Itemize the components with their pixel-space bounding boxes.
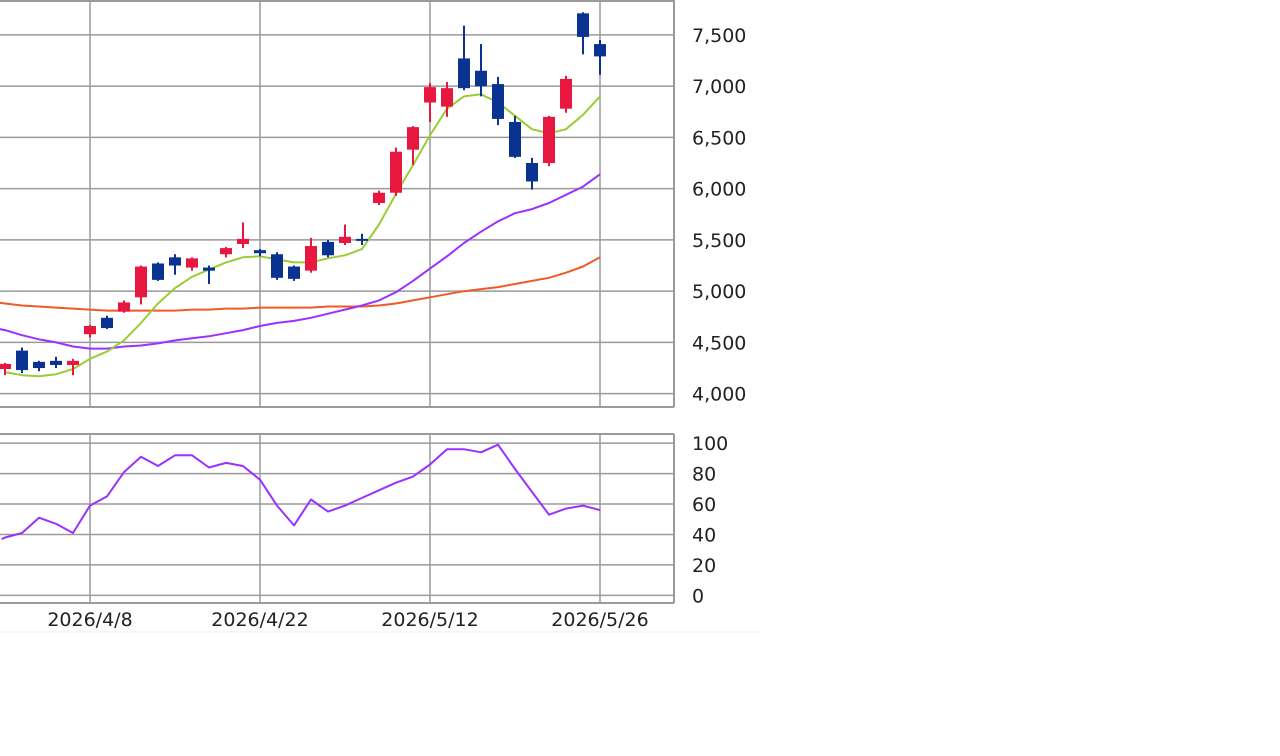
price-tick-label: 6,000 bbox=[692, 179, 746, 201]
candle bbox=[543, 115, 555, 167]
candle bbox=[288, 265, 300, 281]
candle-body bbox=[254, 250, 266, 254]
osc-tick-label: 20 bbox=[692, 555, 716, 577]
candle-body bbox=[543, 116, 555, 164]
candle-body bbox=[322, 241, 334, 256]
oscillator-panel: 0 20 40 60 80 100 bbox=[0, 433, 728, 607]
candle-body bbox=[169, 257, 181, 266]
candle-body bbox=[67, 360, 79, 365]
candle-body bbox=[152, 263, 164, 280]
candle bbox=[390, 147, 402, 196]
candle-body bbox=[0, 363, 11, 370]
candle-body bbox=[118, 302, 130, 312]
price-tick-label: 5,500 bbox=[692, 230, 746, 252]
candle bbox=[84, 324, 96, 338]
candle-body bbox=[50, 360, 62, 365]
candle bbox=[509, 115, 521, 158]
candle-body bbox=[339, 236, 351, 243]
candle-body bbox=[271, 254, 283, 278]
candle-body bbox=[526, 163, 538, 182]
stock-chart: 4,000 4,500 5,000 5,500 6,000 6,500 7,000 7,500… bbox=[0, 0, 1280, 752]
candle bbox=[50, 356, 62, 369]
candle bbox=[441, 82, 453, 117]
candle-body bbox=[220, 248, 232, 255]
x-axis: 2026/4/8 2026/4/22 2026/5/12 2026/5/26 bbox=[0, 609, 760, 633]
candle-body bbox=[33, 361, 45, 369]
candle-body bbox=[237, 238, 249, 244]
price-tick-label: 5,000 bbox=[692, 281, 746, 303]
candle-body bbox=[407, 127, 419, 150]
candle-body bbox=[509, 121, 521, 157]
candle bbox=[526, 157, 538, 190]
candle bbox=[169, 254, 181, 275]
chart-svg: 4,000 4,500 5,000 5,500 6,000 6,500 7,000 7,500… bbox=[0, 0, 760, 633]
x-tick-label: 2026/5/12 bbox=[381, 609, 478, 631]
candle bbox=[152, 262, 164, 281]
candle bbox=[118, 300, 130, 313]
candle-body bbox=[356, 238, 368, 241]
osc-tick-label: 0 bbox=[692, 585, 704, 607]
candle-body bbox=[186, 258, 198, 268]
candle bbox=[339, 224, 351, 246]
price-tick-label: 4,500 bbox=[692, 332, 746, 354]
candle-body bbox=[16, 350, 28, 371]
candle-body bbox=[390, 151, 402, 193]
candle bbox=[373, 190, 385, 206]
candle bbox=[33, 360, 45, 372]
osc-tick-label: 80 bbox=[692, 464, 716, 486]
candle-body bbox=[101, 317, 113, 329]
price-tick-label: 4,000 bbox=[692, 384, 746, 406]
candle bbox=[305, 237, 317, 273]
candle-body bbox=[288, 266, 300, 279]
x-tick-label: 2026/5/26 bbox=[551, 609, 648, 631]
candle bbox=[322, 239, 334, 258]
candle bbox=[594, 39, 606, 75]
price-panel: 4,000 4,500 5,000 5,500 6,000 6,500 7,000 7,500 bbox=[0, 0, 746, 408]
candle bbox=[560, 75, 572, 113]
candle-body bbox=[373, 192, 385, 203]
candle-body bbox=[135, 266, 147, 298]
oscillator-line bbox=[1, 443, 601, 541]
candle bbox=[203, 265, 215, 284]
candle bbox=[577, 12, 589, 55]
x-tick-label: 2026/4/22 bbox=[211, 609, 308, 631]
candle-body bbox=[458, 58, 470, 89]
price-tick-label: 6,500 bbox=[692, 127, 746, 149]
candle bbox=[492, 76, 504, 126]
candle-body bbox=[475, 70, 487, 87]
candle-body bbox=[594, 44, 606, 57]
osc-tick-label: 40 bbox=[692, 524, 716, 546]
candle bbox=[16, 347, 28, 374]
candle-body bbox=[560, 78, 572, 109]
candle bbox=[424, 83, 436, 122]
candle bbox=[237, 222, 249, 249]
price-tick-label: 7,500 bbox=[692, 25, 746, 47]
price-tick-label: 7,000 bbox=[692, 76, 746, 98]
candle bbox=[271, 252, 283, 280]
candle bbox=[101, 315, 113, 330]
candle-body bbox=[203, 267, 215, 271]
candle bbox=[475, 44, 487, 97]
candle-body bbox=[424, 87, 436, 103]
candle-body bbox=[84, 326, 96, 335]
osc-tick-label: 60 bbox=[692, 494, 716, 516]
candle bbox=[254, 249, 266, 257]
candle bbox=[186, 257, 198, 271]
candle-body bbox=[305, 246, 317, 271]
candle bbox=[135, 265, 147, 305]
osc-tick-label: 100 bbox=[692, 433, 728, 455]
candle bbox=[220, 247, 232, 258]
x-tick-label: 2026/4/8 bbox=[47, 609, 132, 631]
candle-body bbox=[441, 88, 453, 107]
candle-body bbox=[492, 84, 504, 119]
candle-body bbox=[577, 13, 589, 37]
